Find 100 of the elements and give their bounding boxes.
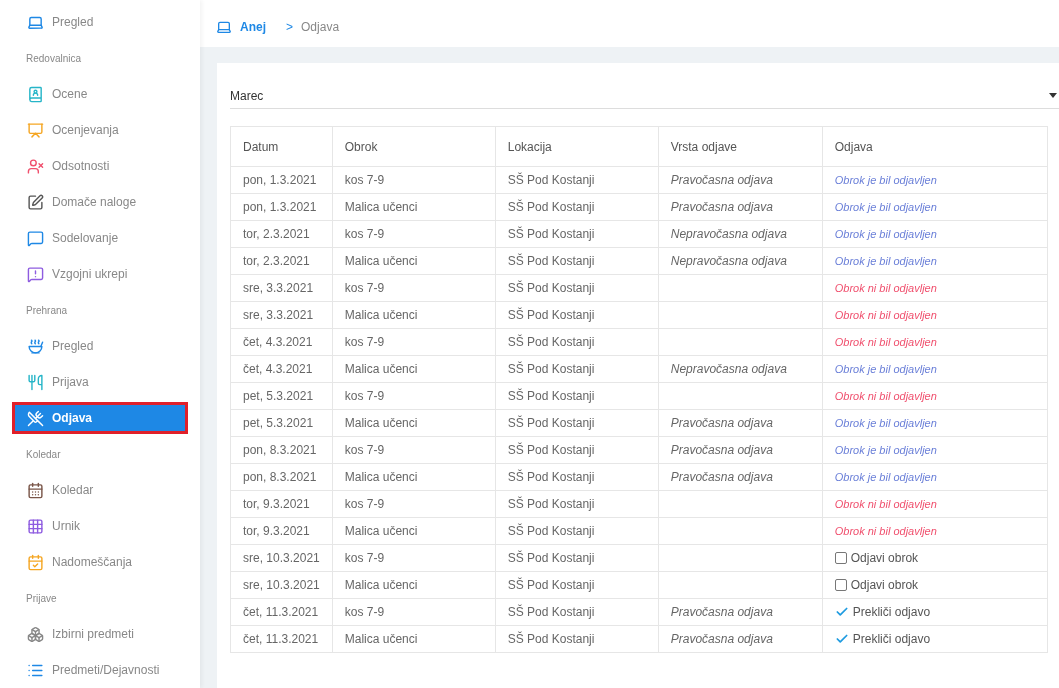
utensils-icon xyxy=(27,373,44,391)
table-cell: sre, 3.3.2021 xyxy=(230,274,333,302)
sidebar-item[interactable]: Odjava xyxy=(12,402,188,434)
table-cell: SŠ Pod Kostanji xyxy=(495,193,659,221)
boxes-icon xyxy=(27,625,44,643)
status-text: Obrok je bil odjavljen xyxy=(834,255,937,267)
sidebar-item[interactable]: Izbirni predmeti xyxy=(12,616,188,652)
status-text: Obrok je bil odjavljen xyxy=(834,228,937,240)
table-cell: pet, 5.3.2021 xyxy=(230,382,333,410)
status-text: Obrok je bil odjavljen xyxy=(834,417,937,429)
table-cell: sre, 10.3.2021 xyxy=(230,544,333,572)
sidebar-item[interactable]: Pregled xyxy=(12,328,188,364)
table-cell: kos 7-9 xyxy=(332,220,496,248)
table-cell: SŠ Pod Kostanji xyxy=(495,274,659,302)
cancellation-type: Pravočasna odjava xyxy=(670,443,773,457)
sidebar-item[interactable]: Domače naloge xyxy=(12,184,188,220)
cancellation-type: Nepravočasna odjava xyxy=(670,254,787,268)
checkbox-icon xyxy=(834,552,847,564)
table-cell: SŠ Pod Kostanji xyxy=(495,355,659,383)
table-cell: SŠ Pod Kostanji xyxy=(495,517,659,545)
table-cell: kos 7-9 xyxy=(332,436,496,464)
sidebar-section-label: Prehrana xyxy=(25,303,69,318)
bowl-icon xyxy=(27,337,44,355)
table-cell: SŠ Pod Kostanji xyxy=(495,328,659,356)
table-cell: SŠ Pod Kostanji xyxy=(495,247,659,275)
sidebar-item[interactable]: Koledar xyxy=(12,472,188,508)
table-cell: Malica učenci xyxy=(332,463,496,491)
cancellation-type: Pravočasna odjava xyxy=(670,173,773,187)
sidebar-item[interactable]: Odsotnosti xyxy=(12,148,188,184)
month-select[interactable]: Marec xyxy=(230,83,1059,109)
status-text: Obrok je bil odjavljen xyxy=(834,174,937,186)
status-text: Obrok ni bil odjavljen xyxy=(834,336,937,348)
table-cell: SŠ Pod Kostanji xyxy=(495,301,659,329)
table-cell: Malica učenci xyxy=(332,625,496,653)
sidebar-item[interactable]: Urnik xyxy=(12,508,188,544)
table-cell: tor, 9.3.2021 xyxy=(230,517,333,545)
check-icon xyxy=(834,632,849,646)
grid-icon xyxy=(27,517,44,535)
sidebar-item[interactable]: Ocenjevanja xyxy=(12,112,188,148)
sidebar-section-label: Prijave xyxy=(25,591,58,606)
sidebar-item[interactable]: Sodelovanje xyxy=(12,220,188,256)
edit-icon xyxy=(27,193,44,211)
status-text: Obrok ni bil odjavljen xyxy=(834,390,937,402)
chat-icon xyxy=(27,229,44,247)
table-cell: SŠ Pod Kostanji xyxy=(495,382,659,410)
status-text: Obrok ni bil odjavljen xyxy=(834,282,937,294)
column-header: Obrok xyxy=(332,126,496,167)
cancellation-type: Nepravočasna odjava xyxy=(670,227,787,241)
table-cell: Malica učenci xyxy=(332,355,496,383)
table-cell: čet, 11.3.2021 xyxy=(230,598,333,626)
sidebar-item[interactable]: Nadomeščanja xyxy=(12,544,188,580)
column-header: Datum xyxy=(230,126,333,167)
table-cell: tor, 2.3.2021 xyxy=(230,220,333,248)
sidebar-item[interactable]: Pregled xyxy=(12,4,188,40)
table-cell: pon, 8.3.2021 xyxy=(230,463,333,491)
table-cell: pet, 5.3.2021 xyxy=(230,409,333,437)
crossed-utensils-icon xyxy=(27,409,44,427)
table-cell: Malica učenci xyxy=(332,301,496,329)
breadcrumb-link[interactable]: Anej xyxy=(240,18,266,36)
status-text: Obrok je bil odjavljen xyxy=(834,363,937,375)
table-cell: sre, 10.3.2021 xyxy=(230,571,333,599)
table-cell: SŠ Pod Kostanji xyxy=(495,625,659,653)
laptop-icon xyxy=(216,19,232,35)
table-cell: Malica učenci xyxy=(332,409,496,437)
table-cell: tor, 9.3.2021 xyxy=(230,490,333,518)
table-cell: Malica učenci xyxy=(332,247,496,275)
table-cell: kos 7-9 xyxy=(332,490,496,518)
table-cell: čet, 4.3.2021 xyxy=(230,328,333,356)
table-cell: SŠ Pod Kostanji xyxy=(495,571,659,599)
table-cell: SŠ Pod Kostanji xyxy=(495,220,659,248)
cancellation-type: Pravočasna odjava xyxy=(670,470,773,484)
checkbox-icon xyxy=(834,579,847,591)
table-cell: čet, 4.3.2021 xyxy=(230,355,333,383)
table-cell: kos 7-9 xyxy=(332,328,496,356)
table-cell: kos 7-9 xyxy=(332,382,496,410)
table-cell: kos 7-9 xyxy=(332,274,496,302)
calendar-check-icon xyxy=(27,553,44,571)
sidebar-item[interactable]: Vzgojni ukrepi xyxy=(12,256,188,292)
cancellation-type: Pravočasna odjava xyxy=(670,632,773,646)
table-cell: SŠ Pod Kostanji xyxy=(495,544,659,572)
table-cell: SŠ Pod Kostanji xyxy=(495,166,659,194)
sidebar-item[interactable]: Predmeti/Dejavnosti xyxy=(12,652,188,688)
breadcrumb-separator: > xyxy=(286,19,294,36)
table-cell: kos 7-9 xyxy=(332,166,496,194)
warning-chat-icon xyxy=(27,265,44,283)
table-cell: pon, 1.3.2021 xyxy=(230,193,333,221)
presentation-icon xyxy=(27,121,44,139)
breadcrumb-current: Odjava xyxy=(301,19,340,36)
person-book-icon xyxy=(27,85,44,103)
sidebar-item[interactable]: Ocene xyxy=(12,76,188,112)
status-text: Obrok je bil odjavljen xyxy=(834,444,937,456)
calendar-icon xyxy=(27,481,44,499)
status-text: Obrok je bil odjavljen xyxy=(834,201,937,213)
table-cell: SŠ Pod Kostanji xyxy=(495,436,659,464)
table-cell: pon, 1.3.2021 xyxy=(230,166,333,194)
column-header: Lokacija xyxy=(495,126,659,167)
table-cell: tor, 2.3.2021 xyxy=(230,247,333,275)
cancellation-type: Pravočasna odjava xyxy=(670,416,773,430)
column-header: Odjava xyxy=(822,126,1048,167)
sidebar-item[interactable]: Prijava xyxy=(12,364,188,400)
